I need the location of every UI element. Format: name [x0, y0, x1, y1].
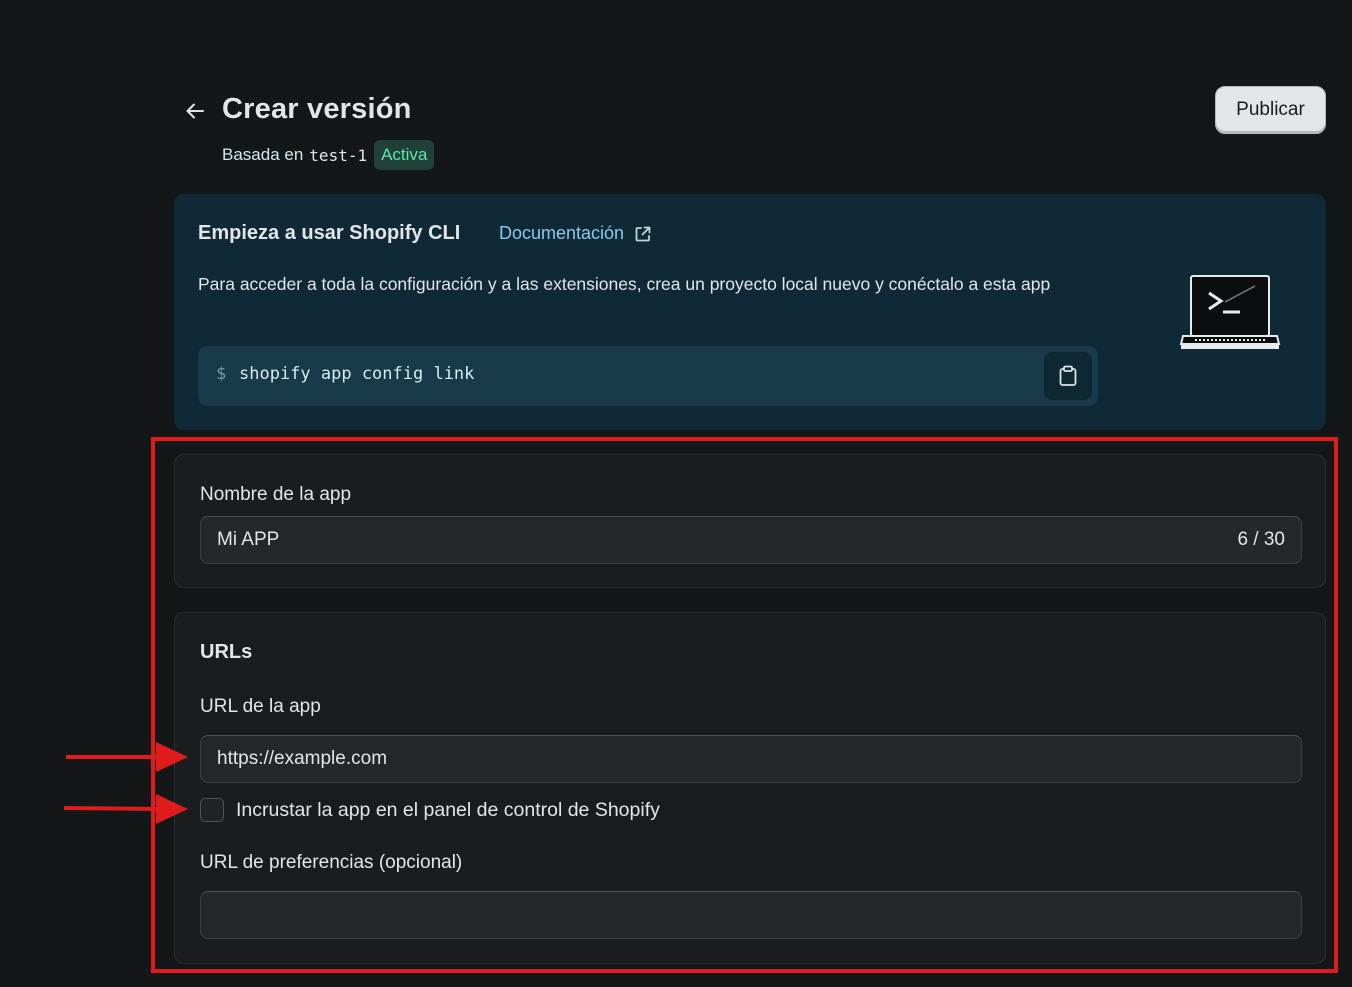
urls-card: URLs URL de la app https://example.com I…	[174, 612, 1326, 964]
app-name-card: Nombre de la app Mi APP 6 / 30	[174, 454, 1326, 588]
urls-section-title: URLs	[200, 641, 253, 663]
app-name-label: Nombre de la app	[200, 484, 352, 505]
app-url-value: https://example.com	[217, 748, 388, 769]
arrow-left-icon	[186, 103, 204, 119]
clipboard-icon	[1059, 365, 1077, 386]
based-on-label: Basada en	[222, 145, 304, 164]
terminal-laptop-icon	[1179, 275, 1281, 349]
version-name: test-1	[309, 145, 368, 165]
app-url-label: URL de la app	[200, 696, 321, 717]
character-counter: 6 / 30	[1237, 529, 1285, 550]
embed-app-option[interactable]: Incrustar la app en el panel de control …	[200, 798, 660, 822]
back-button[interactable]	[178, 94, 212, 128]
version-subtitle: Basada en test-1 Activa	[222, 140, 435, 170]
embed-app-label: Incrustar la app en el panel de control …	[236, 798, 660, 821]
annotation-arrow-icon	[66, 742, 188, 772]
cli-banner: Empieza a usar Shopify CLI Documentación…	[174, 194, 1326, 430]
external-link-icon	[635, 226, 651, 241]
page: Crear versión Basada en test-1 Activa Pu…	[0, 0, 1352, 987]
preferences-url-input[interactable]	[200, 891, 1302, 939]
annotation-arrow-icon	[63, 794, 188, 824]
cli-command-box: $ shopify app config link	[198, 346, 1098, 406]
command-prompt: $	[216, 364, 227, 384]
publish-button[interactable]: Publicar	[1215, 86, 1326, 134]
app-name-value: Mi APP	[217, 529, 280, 550]
embed-app-checkbox[interactable]	[200, 798, 224, 822]
preferences-url-label: URL de preferencias (opcional)	[200, 852, 463, 873]
banner-description: Para acceder a toda la configuración y a…	[198, 274, 1051, 294]
copy-button[interactable]	[1044, 352, 1092, 400]
page-title: Crear versión	[222, 93, 412, 125]
app-url-input[interactable]: https://example.com	[200, 735, 1302, 783]
documentation-link-label: Documentación	[499, 223, 625, 243]
status-badge: Activa	[374, 140, 435, 170]
cli-command: shopify app config link	[239, 364, 475, 384]
banner-heading: Empieza a usar Shopify CLI	[198, 222, 461, 244]
app-name-input[interactable]: Mi APP 6 / 30	[200, 516, 1302, 564]
documentation-link[interactable]: Documentación	[499, 223, 652, 244]
